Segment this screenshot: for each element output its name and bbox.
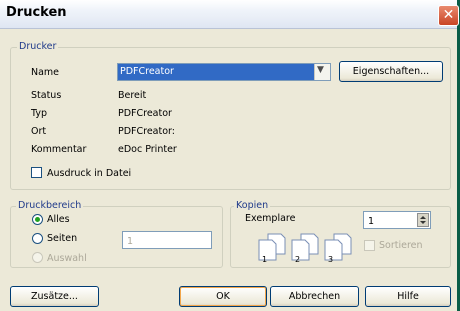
copies-count-input[interactable]: 1 — [363, 211, 431, 229]
status-value: Bereit — [118, 90, 147, 101]
copies-count-value: 1 — [368, 216, 375, 227]
range-all-radio[interactable] — [32, 214, 43, 225]
print-to-file-label[interactable]: Ausdruck in Datei — [47, 168, 131, 179]
help-button[interactable]: Hilfe — [365, 286, 451, 307]
printer-name-select[interactable]: PDFCreator ▼ — [117, 63, 331, 81]
copies-spin-button[interactable] — [417, 213, 429, 227]
printer-name-value: PDFCreator — [120, 66, 174, 77]
print-dialog: Drucken ✕ Drucker Name PDFCreator ▼ Eige… — [0, 0, 460, 311]
extras-button[interactable]: Zusätze... — [10, 286, 99, 307]
range-pages-radio[interactable] — [32, 233, 43, 244]
dropdown-button[interactable]: ▼ — [314, 64, 330, 80]
comment-value: eDoc Printer — [118, 144, 177, 155]
copies-count-label: Exemplare — [245, 213, 296, 224]
range-selection-radio[interactable] — [32, 252, 43, 263]
location-value: PDFCreator: — [118, 126, 175, 137]
spin-arrows-icon — [420, 216, 426, 224]
properties-button[interactable]: Eigenschaften... — [339, 61, 443, 82]
range-all-label[interactable]: Alles — [47, 214, 70, 225]
print-range-group-label: Druckbereich — [16, 200, 84, 211]
copy-page-3-number: 3 — [328, 255, 334, 264]
ok-button[interactable]: OK — [179, 286, 267, 307]
title-bar[interactable]: Drucken ✕ — [0, 0, 459, 29]
range-pages-label[interactable]: Seiten — [47, 233, 77, 244]
comment-label: Kommentar — [31, 144, 87, 155]
cancel-button[interactable]: Abbrechen — [270, 286, 359, 307]
dialog-title: Drucken — [6, 5, 67, 20]
printer-group-label: Drucker — [17, 41, 59, 52]
status-label: Status — [31, 90, 62, 101]
type-label: Typ — [31, 108, 47, 119]
chevron-down-icon: ▼ — [317, 65, 324, 75]
pages-input[interactable]: 1 — [122, 231, 212, 249]
copies-group-label: Kopien — [234, 200, 271, 211]
range-selection-label[interactable]: Auswahl — [47, 253, 87, 264]
printer-name-label: Name — [31, 67, 60, 78]
pages-input-value: 1 — [127, 236, 134, 247]
close-icon: ✕ — [442, 7, 455, 23]
close-button[interactable]: ✕ — [438, 5, 459, 26]
collate-label[interactable]: Sortieren — [379, 240, 423, 251]
copy-page-2-number: 2 — [295, 255, 301, 264]
print-to-file-checkbox[interactable] — [31, 167, 42, 178]
copy-page-1-number: 1 — [262, 255, 268, 264]
location-label: Ort — [31, 126, 47, 137]
collate-checkbox[interactable] — [364, 240, 375, 251]
type-value: PDFCreator — [118, 108, 172, 119]
